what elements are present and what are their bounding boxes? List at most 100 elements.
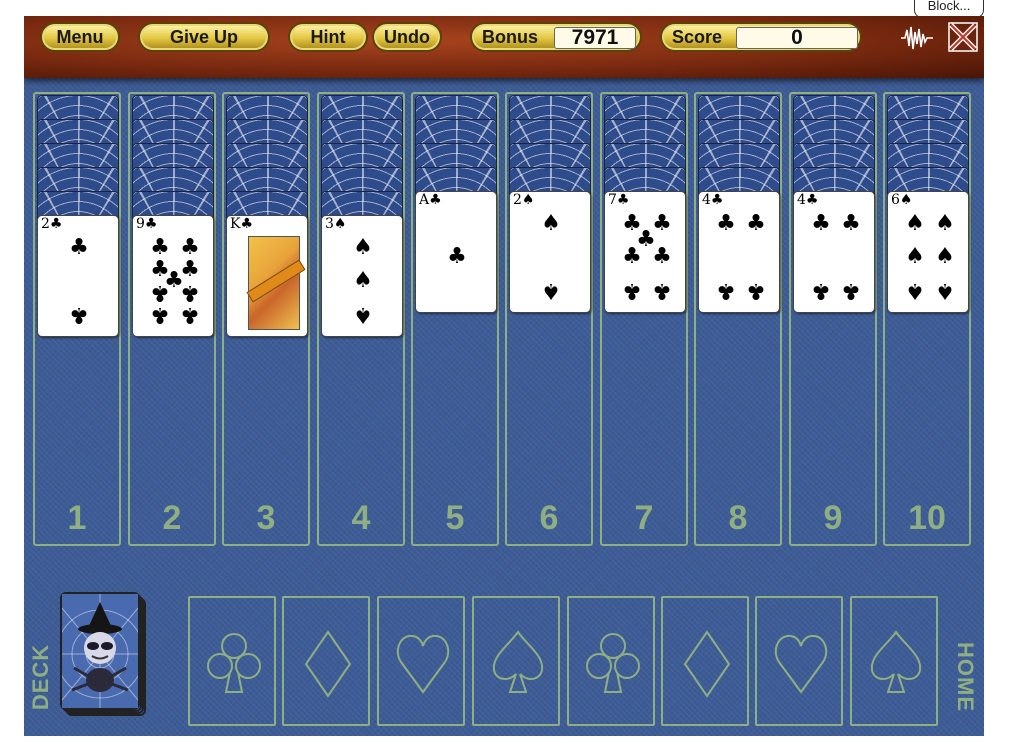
- card-rank: 4: [702, 192, 711, 208]
- suit-pip-icon: ♣: [150, 234, 170, 260]
- bonus-label: Bonus: [482, 27, 538, 47]
- tableau-column[interactable]: 10 6♠ ♠ ♠ ♠ ♠ ♠ ♠: [883, 92, 971, 546]
- toolbar: Menu Give Up Hint Undo Bonus 7971 Score …: [24, 16, 984, 78]
- faceup-card[interactable]: 6♠ ♠ ♠ ♠ ♠ ♠ ♠: [887, 191, 969, 313]
- tableau-column[interactable]: 4 3♠ ♠ ♠ ♠: [317, 92, 405, 546]
- game-area: Menu Give Up Hint Undo Bonus 7971 Score …: [24, 16, 984, 736]
- card-corner-index: 2♣: [41, 217, 62, 231]
- card-corner-index: 4♣: [797, 193, 818, 207]
- tableau-column[interactable]: 8 4♣ ♣ ♣ ♣ ♣: [694, 92, 782, 546]
- tableau-column[interactable]: 6 2♠ ♠ ♠: [505, 92, 593, 546]
- foundation-slot-club[interactable]: [188, 596, 276, 726]
- tableau-column[interactable]: 1 2♣ ♣ ♣: [33, 92, 121, 546]
- column-number: 2: [162, 499, 182, 537]
- suit-pip-icon: ♣: [746, 210, 766, 236]
- foundation-slot-diamond[interactable]: [661, 596, 749, 726]
- suit-pip-icon: ♣: [716, 278, 736, 304]
- suit-pip-icon: ♣: [811, 210, 831, 236]
- close-x-icon[interactable]: [946, 20, 980, 54]
- home-label: HOME: [953, 642, 978, 712]
- card-corner-index: 9♣: [136, 217, 157, 231]
- hint-button[interactable]: Hint: [288, 22, 368, 52]
- suit-pip-icon: ♣: [841, 210, 861, 236]
- tableau-column[interactable]: 3 K♣: [222, 92, 310, 546]
- foundation-slot-club[interactable]: [567, 596, 655, 726]
- card-rank: 6: [891, 192, 900, 208]
- bonus-display: Bonus 7971: [470, 22, 642, 52]
- card-suit: ♣: [144, 216, 158, 232]
- faceup-card[interactable]: 4♣ ♣ ♣ ♣ ♣: [698, 191, 780, 313]
- card-suit: ♠: [333, 216, 347, 232]
- suit-pip-icon: ♣: [811, 278, 831, 304]
- card-suit: ♣: [240, 216, 254, 232]
- undo-button[interactable]: Undo: [372, 22, 442, 52]
- suit-pip-icon: ♠: [905, 210, 925, 236]
- faceup-card[interactable]: 7♣ ♣ ♣ ♣ ♣ ♣ ♣ ♣: [604, 191, 686, 313]
- faceup-card[interactable]: A♣ ♣: [415, 191, 497, 313]
- suit-pip-icon: ♣: [180, 302, 200, 328]
- tableau-column[interactable]: 7 7♣ ♣ ♣ ♣ ♣ ♣ ♣ ♣: [600, 92, 688, 546]
- faceup-card[interactable]: K♣: [226, 215, 308, 337]
- column-number: 10: [908, 499, 946, 537]
- foundation-slot-spade[interactable]: [850, 596, 938, 726]
- score-value: 0: [736, 27, 858, 49]
- suit-pip-icon: ♠: [935, 278, 955, 304]
- faceup-card[interactable]: 2♣ ♣ ♣: [37, 215, 119, 337]
- score-display: Score 0: [660, 22, 862, 52]
- tableau-column[interactable]: 9 4♣ ♣ ♣ ♣ ♣: [789, 92, 877, 546]
- column-number: 1: [67, 499, 87, 537]
- suit-pip-icon: ♠: [935, 210, 955, 236]
- sound-wave-icon[interactable]: [900, 24, 934, 52]
- card-rank: 2: [513, 192, 522, 208]
- suit-pip-icon: ♠: [353, 234, 373, 260]
- card-rank: 7: [608, 192, 617, 208]
- card-suit: ♣: [710, 192, 724, 208]
- card-rank: 9: [136, 216, 145, 232]
- card-corner-index: 7♣: [608, 193, 629, 207]
- card-rank: A: [419, 192, 430, 208]
- card-corner-index: 2♠: [513, 193, 534, 207]
- column-number: 3: [256, 499, 276, 537]
- suit-pip-icon: ♣: [622, 244, 642, 269]
- suit-pip-icon: ♣: [622, 278, 642, 304]
- card-suit: ♠: [521, 192, 535, 208]
- suit-pip-icon: ♣: [652, 244, 672, 269]
- card-rank: K: [230, 216, 241, 232]
- foundation-slot-heart[interactable]: [755, 596, 843, 726]
- suit-pip-icon: ♣: [746, 278, 766, 304]
- suit-pip-icon: ♠: [905, 244, 925, 269]
- suit-pip-icon: ♠: [935, 244, 955, 269]
- card-rank: 2: [41, 216, 50, 232]
- give-up-button[interactable]: Give Up: [138, 22, 270, 52]
- faceup-card[interactable]: 4♣ ♣ ♣ ♣ ♣: [793, 191, 875, 313]
- tableau-column[interactable]: 2 9♣ ♣ ♣ ♣ ♣ ♣ ♣ ♣ ♣ ♣: [128, 92, 216, 546]
- column-number: 9: [823, 499, 843, 537]
- card-suit: ♣: [49, 216, 63, 232]
- column-number: 4: [351, 499, 371, 537]
- card-suit: ♣: [429, 192, 442, 208]
- suit-pip-icon: ♠: [541, 210, 561, 236]
- suit-pip-icon: ♣: [180, 234, 200, 260]
- witch-spider-card-back-icon: [55, 592, 145, 710]
- menu-button[interactable]: Menu: [40, 22, 120, 52]
- deck-label: DECK: [28, 643, 53, 711]
- column-number: 8: [728, 499, 748, 537]
- king-of-clubs-art: [246, 236, 306, 330]
- suit-pip-icon: ♠: [541, 278, 561, 304]
- card-rank: 4: [797, 192, 806, 208]
- tableau-column[interactable]: 5 A♣ ♣: [411, 92, 499, 546]
- suit-pip-icon: ♠: [353, 268, 373, 293]
- card-corner-index: 6♠: [891, 193, 912, 207]
- suit-pip-icon: ♣: [69, 234, 89, 260]
- foundation-slot-heart[interactable]: [377, 596, 465, 726]
- card-suit: ♠: [899, 192, 913, 208]
- deck-stock[interactable]: [55, 592, 146, 716]
- suit-pip-icon: ♣: [150, 280, 170, 306]
- faceup-card[interactable]: 2♠ ♠ ♠: [509, 191, 591, 313]
- foundation-slot-spade[interactable]: [472, 596, 560, 726]
- faceup-card[interactable]: 9♣ ♣ ♣ ♣ ♣ ♣ ♣ ♣ ♣ ♣: [132, 215, 214, 337]
- foundation-slot-diamond[interactable]: [282, 596, 370, 726]
- suit-pip-icon: ♣: [447, 244, 467, 269]
- faceup-card[interactable]: 3♠ ♠ ♠ ♠: [321, 215, 403, 337]
- suit-pip-icon: ♣: [69, 302, 89, 328]
